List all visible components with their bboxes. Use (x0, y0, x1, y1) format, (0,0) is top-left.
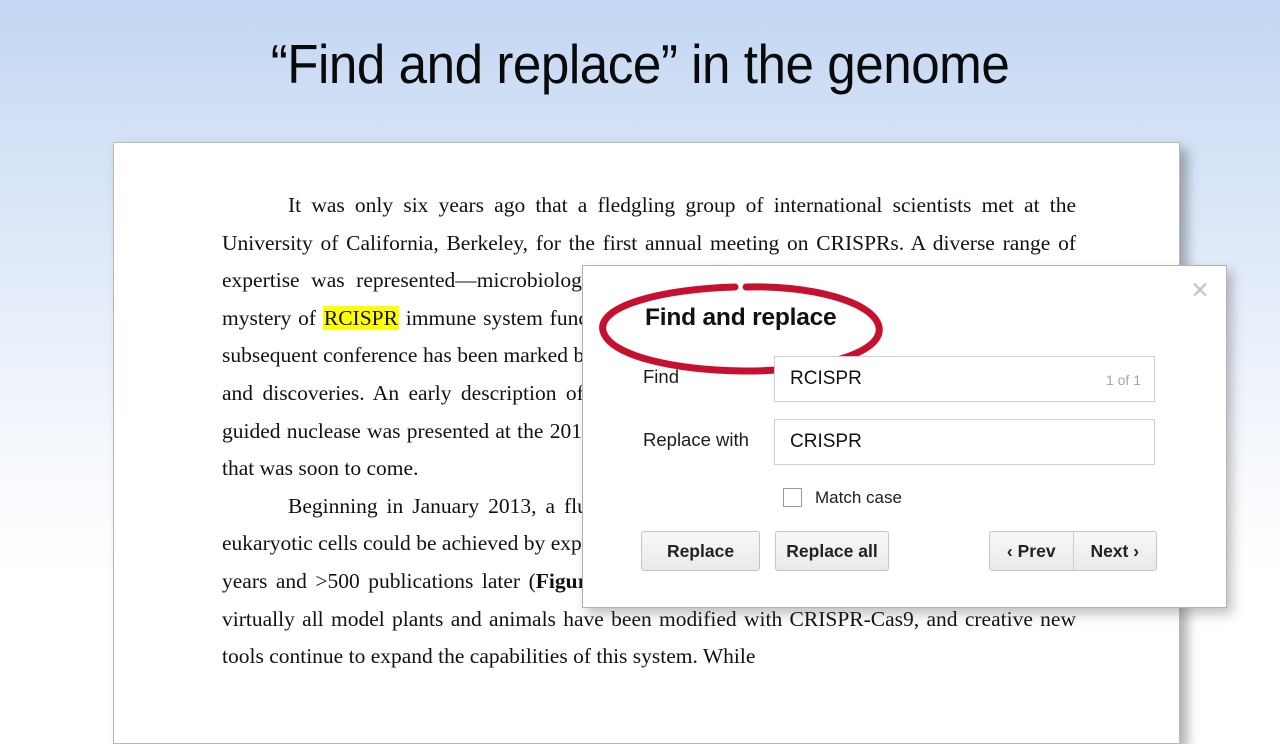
slide-canvas: “Find and replace” in the genome It was … (0, 0, 1280, 744)
replace-all-button[interactable]: Replace all (775, 531, 889, 571)
match-case-checkbox[interactable] (783, 488, 802, 507)
find-label: Find (643, 366, 679, 387)
match-case-row: Match case (583, 488, 1226, 514)
match-case-label: Match case (815, 488, 902, 507)
next-button[interactable]: Next › (1072, 532, 1157, 570)
match-counter: 1 of 1 (1105, 372, 1141, 388)
close-icon[interactable]: ✕ (1186, 276, 1214, 304)
replace-button[interactable]: Replace (641, 531, 760, 571)
highlighted-search-term: RCISPR (322, 305, 399, 330)
prev-button[interactable]: ‹ Prev (990, 532, 1073, 570)
replace-label: Replace with (643, 429, 749, 450)
dialog-title: Find and replace (645, 304, 837, 331)
find-field-row: Find RCISPR 1 of 1 (583, 356, 1226, 402)
find-and-replace-dialog: ✕ Find and replace Find RCISPR 1 of 1 Re… (582, 265, 1227, 608)
page-title: “Find and replace” in the genome (270, 33, 1010, 95)
replace-input[interactable]: CRISPR (774, 419, 1155, 465)
dialog-button-row: Replace Replace all ‹ Prev Next › (583, 531, 1226, 573)
find-input-value: RCISPR (790, 368, 862, 389)
navigation-button-group: ‹ Prev Next › (989, 531, 1157, 571)
replace-field-row: Replace with CRISPR (583, 419, 1226, 465)
find-input[interactable]: RCISPR 1 of 1 (774, 356, 1155, 402)
replace-input-value: CRISPR (790, 431, 862, 452)
